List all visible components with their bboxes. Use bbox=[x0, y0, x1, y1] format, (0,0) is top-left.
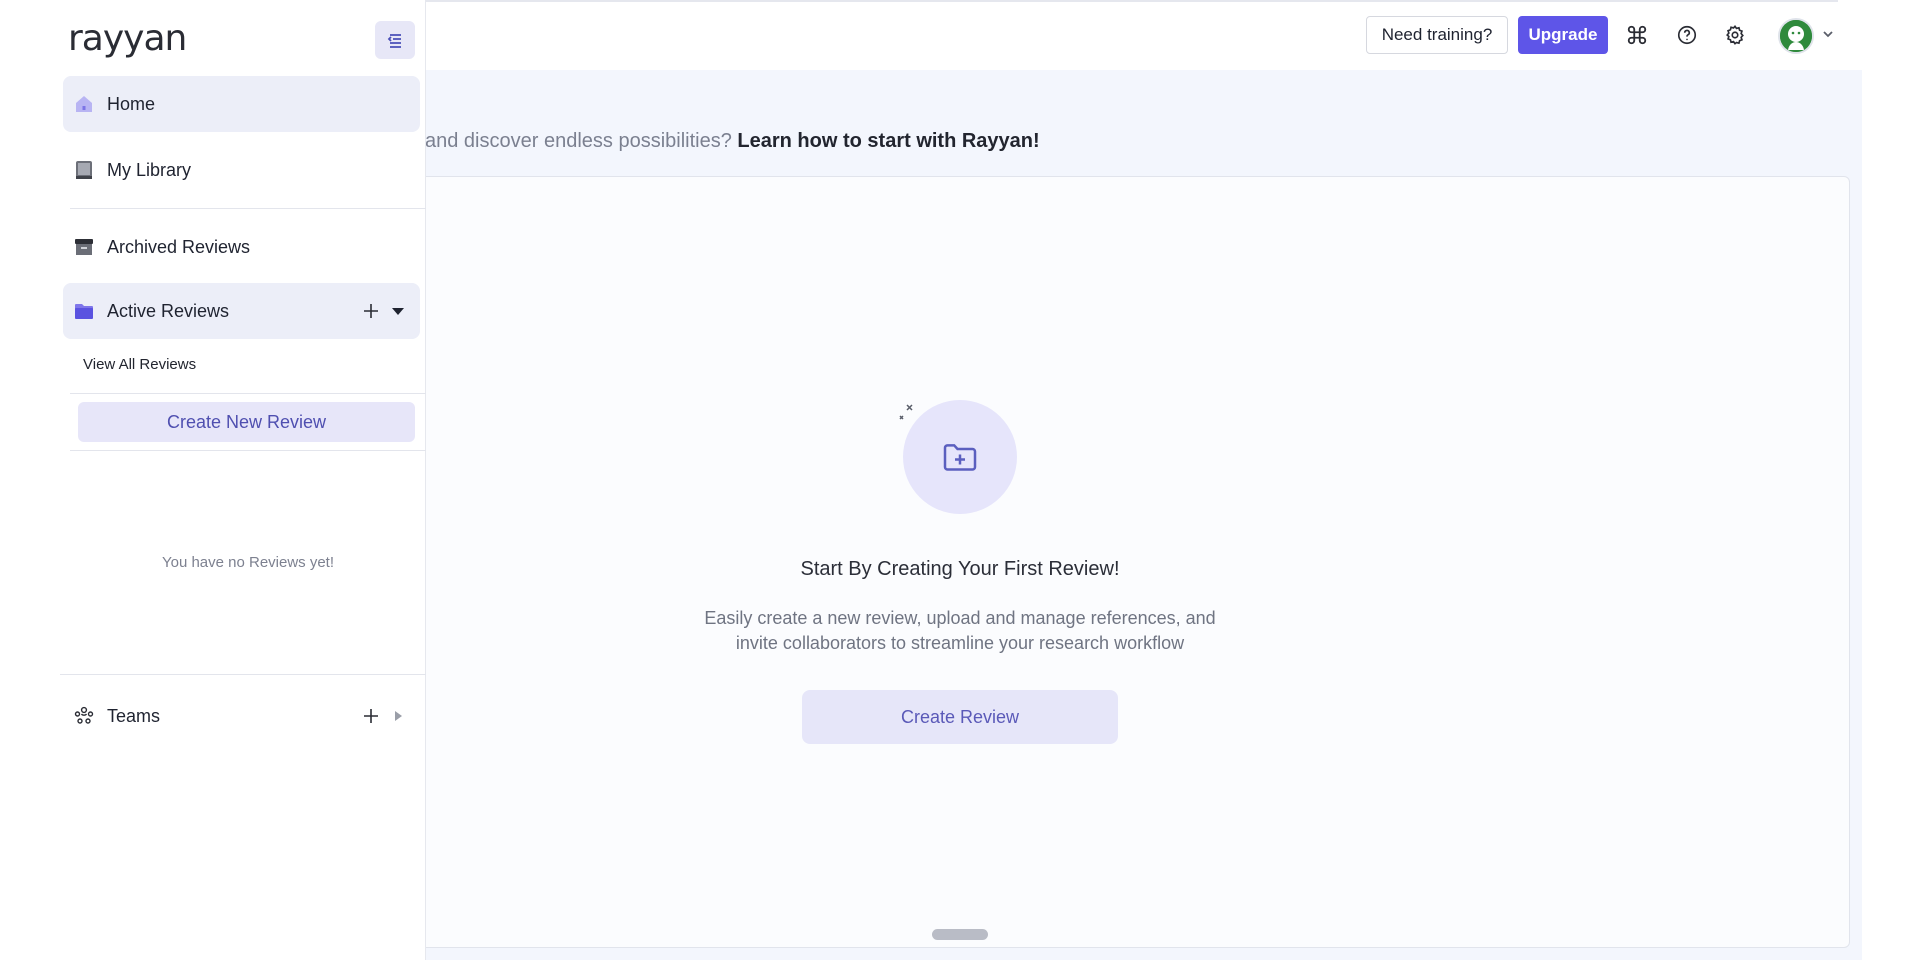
sidebar-item-label: My Library bbox=[107, 159, 192, 180]
archive-icon bbox=[73, 236, 95, 258]
sidebar-item-label: Teams bbox=[107, 705, 161, 726]
folder-icon bbox=[73, 300, 95, 322]
empty-state-title: Start By Creating Your First Review! bbox=[800, 558, 1120, 580]
rayyan-logo[interactable]: rayyan bbox=[68, 18, 187, 59]
no-reviews-message: You have no Reviews yet! bbox=[161, 554, 335, 571]
sidebar-divider bbox=[70, 393, 426, 394]
empty-desc-line-2: invite collaborators to streamline your … bbox=[735, 633, 1185, 653]
empty-desc-line-1: Easily create a new review, upload and m… bbox=[704, 608, 1216, 628]
sidebar-divider bbox=[70, 450, 426, 451]
learn-rayyan-link[interactable]: Learn how to start with Rayyan! bbox=[737, 130, 1039, 152]
home-icon bbox=[73, 93, 95, 115]
add-review-plus-icon[interactable] bbox=[361, 301, 381, 321]
user-avatar[interactable] bbox=[1778, 18, 1814, 54]
add-team-plus-icon[interactable] bbox=[361, 706, 381, 726]
sidebar-item-archived-reviews[interactable]: Archived Reviews bbox=[63, 219, 420, 275]
create-new-review-button[interactable]: Create New Review bbox=[78, 402, 415, 442]
view-all-reviews-link[interactable]: View All Reviews bbox=[83, 356, 196, 373]
sidebar: rayyan Home My Library Archived Reviews … bbox=[0, 0, 426, 960]
sparkle-icon bbox=[898, 402, 914, 424]
expand-caret-down-icon[interactable] bbox=[388, 301, 408, 321]
help-icon[interactable] bbox=[1674, 22, 1700, 48]
intro-text-prefix: and discover endless possibilities? bbox=[425, 130, 738, 152]
chevron-down-icon[interactable] bbox=[1820, 26, 1836, 42]
collapse-menu-icon bbox=[387, 34, 401, 48]
collapse-sidebar-button[interactable] bbox=[375, 21, 415, 59]
sidebar-item-label: Archived Reviews bbox=[107, 236, 251, 257]
sidebar-divider bbox=[60, 674, 426, 675]
teams-icon bbox=[73, 705, 95, 727]
folder-plus-icon bbox=[943, 444, 977, 471]
settings-gear-icon[interactable] bbox=[1722, 22, 1748, 48]
need-training-button[interactable]: Need training? bbox=[1366, 16, 1508, 54]
command-icon[interactable] bbox=[1624, 22, 1650, 48]
sidebar-item-label: Home bbox=[107, 93, 156, 114]
create-review-button[interactable]: Create Review bbox=[802, 690, 1118, 744]
sidebar-divider bbox=[70, 208, 426, 209]
empty-state-illustration bbox=[903, 400, 1017, 514]
sidebar-item-label: Active Reviews bbox=[107, 300, 230, 321]
sidebar-item-my-library[interactable]: My Library bbox=[63, 142, 420, 198]
library-icon bbox=[73, 159, 95, 181]
scroll-handle[interactable] bbox=[932, 929, 988, 940]
sidebar-item-home[interactable]: Home bbox=[63, 76, 420, 132]
upgrade-button[interactable]: Upgrade bbox=[1518, 16, 1608, 54]
intro-text: and discover endless possibilities? Lear… bbox=[425, 130, 1040, 153]
expand-caret-right-icon[interactable] bbox=[388, 706, 408, 726]
empty-state-description: Easily create a new review, upload and m… bbox=[660, 606, 1260, 656]
